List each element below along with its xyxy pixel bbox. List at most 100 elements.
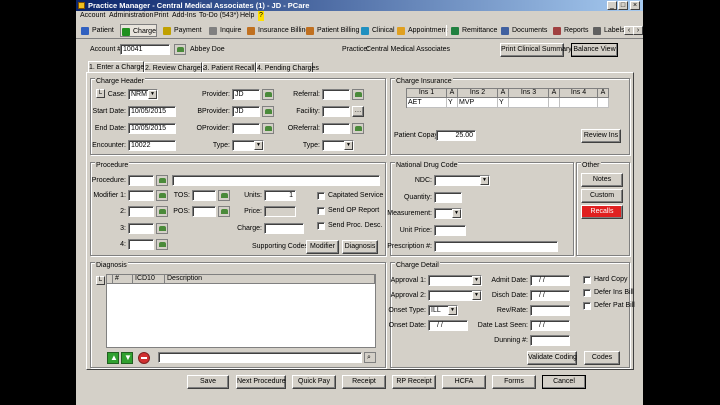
send-op-checkbox[interactable] (317, 207, 325, 215)
toolbar-documents-button[interactable]: Documents (500, 24, 547, 37)
toolbar-remittance-button[interactable]: Remittance (450, 24, 497, 37)
charge-amount-field[interactable] (264, 223, 304, 234)
tos-search-button[interactable] (218, 190, 230, 201)
modifier4-search-button[interactable] (156, 239, 168, 250)
toolbar-patient-button[interactable]: Patient (80, 24, 114, 37)
toolbar-insurance-billing-button[interactable]: Insurance Billing (246, 24, 309, 37)
prescription-field[interactable] (434, 241, 558, 252)
menu-administration[interactable]: Administration (109, 11, 153, 21)
menu-add-ins[interactable]: Add-Ins (172, 11, 196, 21)
unit-price-field[interactable] (434, 225, 466, 236)
facility-browse-button[interactable]: … (352, 106, 364, 117)
hcfa-button[interactable]: HCFA (442, 375, 486, 389)
ins3-a-cell[interactable] (549, 98, 560, 108)
diagnosis-search-button[interactable]: ⌕ (364, 352, 376, 363)
capitated-checkbox[interactable] (317, 192, 325, 200)
toolbar-inquire-button[interactable]: Inquire (208, 24, 241, 37)
charge-header-lookup-button[interactable]: L (96, 89, 105, 98)
facility-field[interactable] (322, 106, 350, 117)
next-procedure-button[interactable]: Next Procedure (236, 375, 286, 389)
menu-todo[interactable]: To-Do (543*) (199, 11, 239, 21)
tos-field[interactable] (192, 190, 216, 201)
toolbar-payment-button[interactable]: Payment (162, 24, 202, 37)
toolbar-labels-button[interactable]: Labels (592, 24, 625, 37)
referral-field[interactable] (322, 89, 350, 100)
diagnosis-button[interactable]: Diagnosis (342, 240, 378, 254)
move-down-button[interactable]: ▼ (121, 352, 133, 364)
ins4-a-cell[interactable] (598, 98, 609, 108)
ins2-cell[interactable]: MVP (458, 98, 498, 108)
oprovider-search-button[interactable] (262, 123, 274, 134)
hard-copy-checkbox[interactable] (583, 276, 591, 284)
pos-field[interactable] (192, 206, 216, 217)
units-field[interactable]: 1 (264, 190, 296, 201)
quantity-field[interactable] (434, 192, 462, 203)
save-button[interactable]: Save (187, 375, 229, 389)
provider-search-button[interactable] (262, 89, 274, 100)
menu-print[interactable]: Print (154, 11, 168, 21)
toolbar-appointment-button[interactable]: Appointment (396, 24, 447, 37)
delete-diagnosis-button[interactable] (138, 352, 150, 364)
ins2-a-cell[interactable]: Y (498, 98, 509, 108)
receipt-button[interactable]: Receipt (342, 375, 386, 389)
validate-coding-button[interactable]: Validate Coding (527, 351, 577, 365)
referral-search-button[interactable] (352, 89, 364, 100)
pos-search-button[interactable] (218, 206, 230, 217)
menu-account[interactable]: Account (80, 11, 105, 21)
dunning-field[interactable] (530, 335, 570, 346)
onset-date-field[interactable]: / / (428, 320, 468, 331)
encounter-field[interactable]: 10022 (128, 140, 176, 151)
procedure-search-button[interactable] (156, 175, 168, 186)
menu-whats-this[interactable]: ? (258, 11, 264, 21)
defer-pat-bill-checkbox[interactable] (583, 302, 591, 310)
toolbar-reports-button[interactable]: Reports (552, 24, 589, 37)
oprovider-field[interactable] (232, 123, 260, 134)
account-search-button[interactable] (174, 44, 186, 55)
bprovider-search-button[interactable] (262, 106, 274, 117)
balance-view-button[interactable]: Balance View (571, 43, 618, 57)
case-select[interactable]: NRM ▼ (128, 89, 158, 100)
modifier1-field[interactable] (128, 190, 154, 201)
end-date-field[interactable]: 10/05/2015 (128, 123, 176, 134)
custom-button[interactable]: Custom (581, 189, 623, 203)
oreferral-field[interactable] (322, 123, 350, 134)
notes-button[interactable]: Notes (581, 173, 623, 187)
diagnosis-search-field[interactable] (158, 352, 362, 363)
modifier2-field[interactable] (128, 206, 154, 217)
send-proc-checkbox[interactable] (317, 222, 325, 230)
approval1-select[interactable]: ▼ (428, 275, 482, 286)
ndc-select[interactable]: ▼ (434, 175, 490, 186)
toolbar-patient-billing-button[interactable]: Patient Billing (305, 24, 359, 37)
ins1-a-cell[interactable]: Y (447, 98, 458, 108)
date-last-seen-field[interactable]: / / (530, 320, 570, 331)
quick-pay-button[interactable]: Quick Pay (292, 375, 336, 389)
provider-field[interactable]: JD (232, 89, 260, 100)
oreferral-search-button[interactable] (352, 123, 364, 134)
approval2-select[interactable]: ▼ (428, 290, 482, 301)
procedure-code-field[interactable] (128, 175, 154, 186)
account-number-field[interactable]: 10041 (120, 44, 170, 55)
measurement-select[interactable]: ▼ (434, 208, 462, 219)
close-button[interactable]: × (630, 1, 640, 10)
onset-type-select[interactable]: ILL ▼ (428, 305, 458, 316)
modifier3-field[interactable] (128, 223, 154, 234)
recalls-button[interactable]: Recalls (581, 205, 623, 219)
defer-ins-bill-checkbox[interactable] (583, 289, 591, 297)
diagnosis-lookup-button[interactable]: L (96, 276, 105, 285)
move-up-button[interactable]: ▲ (107, 352, 119, 364)
toolbar-scroll-right-button[interactable]: › (633, 26, 643, 35)
ins1-cell[interactable]: AET (407, 98, 447, 108)
start-date-field[interactable]: 10/05/2015 (128, 106, 176, 117)
ins3-cell[interactable] (509, 98, 549, 108)
menu-help[interactable]: Help (240, 11, 254, 21)
modifier3-search-button[interactable] (156, 223, 168, 234)
modifier-button[interactable]: Modifier (306, 240, 339, 254)
toolbar-clinical-button[interactable]: Clinical (360, 24, 395, 37)
print-clinical-summary-button[interactable]: Print Clinical Summary (500, 43, 572, 57)
cancel-button[interactable]: Cancel (542, 375, 586, 389)
admit-date-field[interactable]: / / (530, 275, 570, 286)
forms-button[interactable]: Forms (492, 375, 536, 389)
rev-rate-field[interactable] (530, 305, 570, 316)
modifier4-field[interactable] (128, 239, 154, 250)
minimize-button[interactable]: _ (607, 1, 617, 10)
